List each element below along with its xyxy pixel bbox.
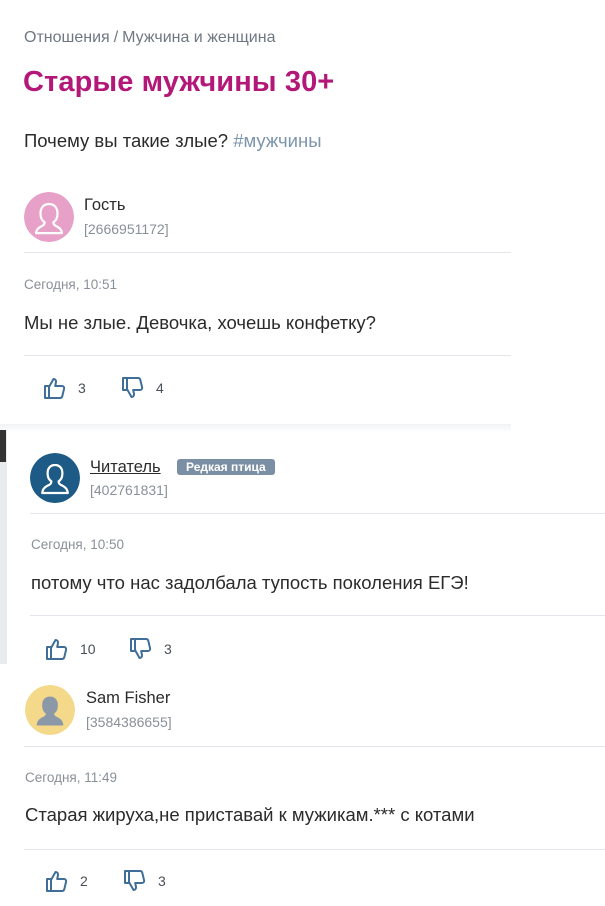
comment-user-id: [402761831] — [90, 482, 168, 498]
rank-badge: Редкая птица — [177, 459, 275, 475]
comment-user-id: [2666951172] — [84, 221, 169, 237]
dislike-count: 3 — [158, 873, 166, 889]
reader-avatar-icon[interactable] — [30, 453, 80, 503]
like-button[interactable]: 3 — [42, 375, 86, 401]
divider — [24, 746, 605, 747]
page-title: Старые мужчины 30+ — [23, 66, 335, 98]
thumbs-down-icon — [122, 377, 144, 398]
female-guest-avatar-icon[interactable] — [24, 192, 74, 242]
breadcrumb-item-relations[interactable]: Отношения — [24, 29, 110, 46]
dislike-button[interactable]: 4 — [120, 375, 164, 401]
comment-text: потому что нас задолбала тупость поколен… — [31, 572, 469, 593]
dislike-count: 4 — [156, 380, 164, 396]
dislike-button[interactable]: 3 — [128, 636, 172, 662]
thumbs-down-icon — [124, 870, 146, 891]
page: Отношения / Мужчина и женщина Старые мужчи… — [0, 0, 605, 906]
thumbs-up-icon — [46, 639, 68, 660]
dislike-count: 3 — [164, 641, 172, 657]
like-button[interactable]: 10 — [44, 636, 96, 662]
like-count: 3 — [78, 380, 86, 396]
divider — [24, 355, 511, 356]
reply-thread-bar — [0, 430, 7, 664]
question-text: Почему вы такие злые? #мужчины — [24, 130, 322, 152]
male-guest-avatar-icon[interactable] — [25, 685, 75, 735]
comment-author: Sam Fisher — [86, 689, 171, 707]
question-body: Почему вы такие злые? — [24, 130, 229, 151]
thumbs-up-icon — [44, 378, 66, 399]
thumbs-up-icon — [46, 871, 68, 892]
dislike-button[interactable]: 3 — [122, 868, 166, 894]
like-count: 2 — [80, 873, 88, 889]
like-count: 10 — [80, 641, 96, 657]
reply-thread-marker — [0, 430, 6, 462]
reply-panel-shadow — [0, 424, 511, 432]
divider — [24, 252, 511, 253]
comment-text: Старая жируха,не приставай к мужикам.***… — [25, 804, 475, 825]
comment-time: Сегодня, 10:50 — [31, 537, 125, 552]
divider — [30, 615, 605, 616]
breadcrumb-separator: / — [113, 29, 119, 46]
comment-author-link[interactable]: Читатель — [90, 458, 161, 477]
comment-user-id: [3584386655] — [86, 714, 172, 730]
divider — [30, 513, 605, 514]
hashtag-link[interactable]: #мужчины — [233, 130, 321, 151]
breadcrumb-item-man-woman[interactable]: Мужчина и женщина — [122, 29, 275, 46]
comment-text: Мы не злые. Девочка, хочешь конфетку? — [24, 312, 376, 333]
breadcrumb: Отношения / Мужчина и женщина — [24, 29, 275, 47]
comment-time: Сегодня, 10:51 — [24, 277, 118, 292]
thumbs-down-icon — [130, 638, 152, 659]
comment-time: Сегодня, 11:49 — [25, 770, 118, 785]
divider — [24, 849, 605, 850]
like-button[interactable]: 2 — [44, 868, 88, 894]
comment-author: Гость — [84, 196, 126, 214]
